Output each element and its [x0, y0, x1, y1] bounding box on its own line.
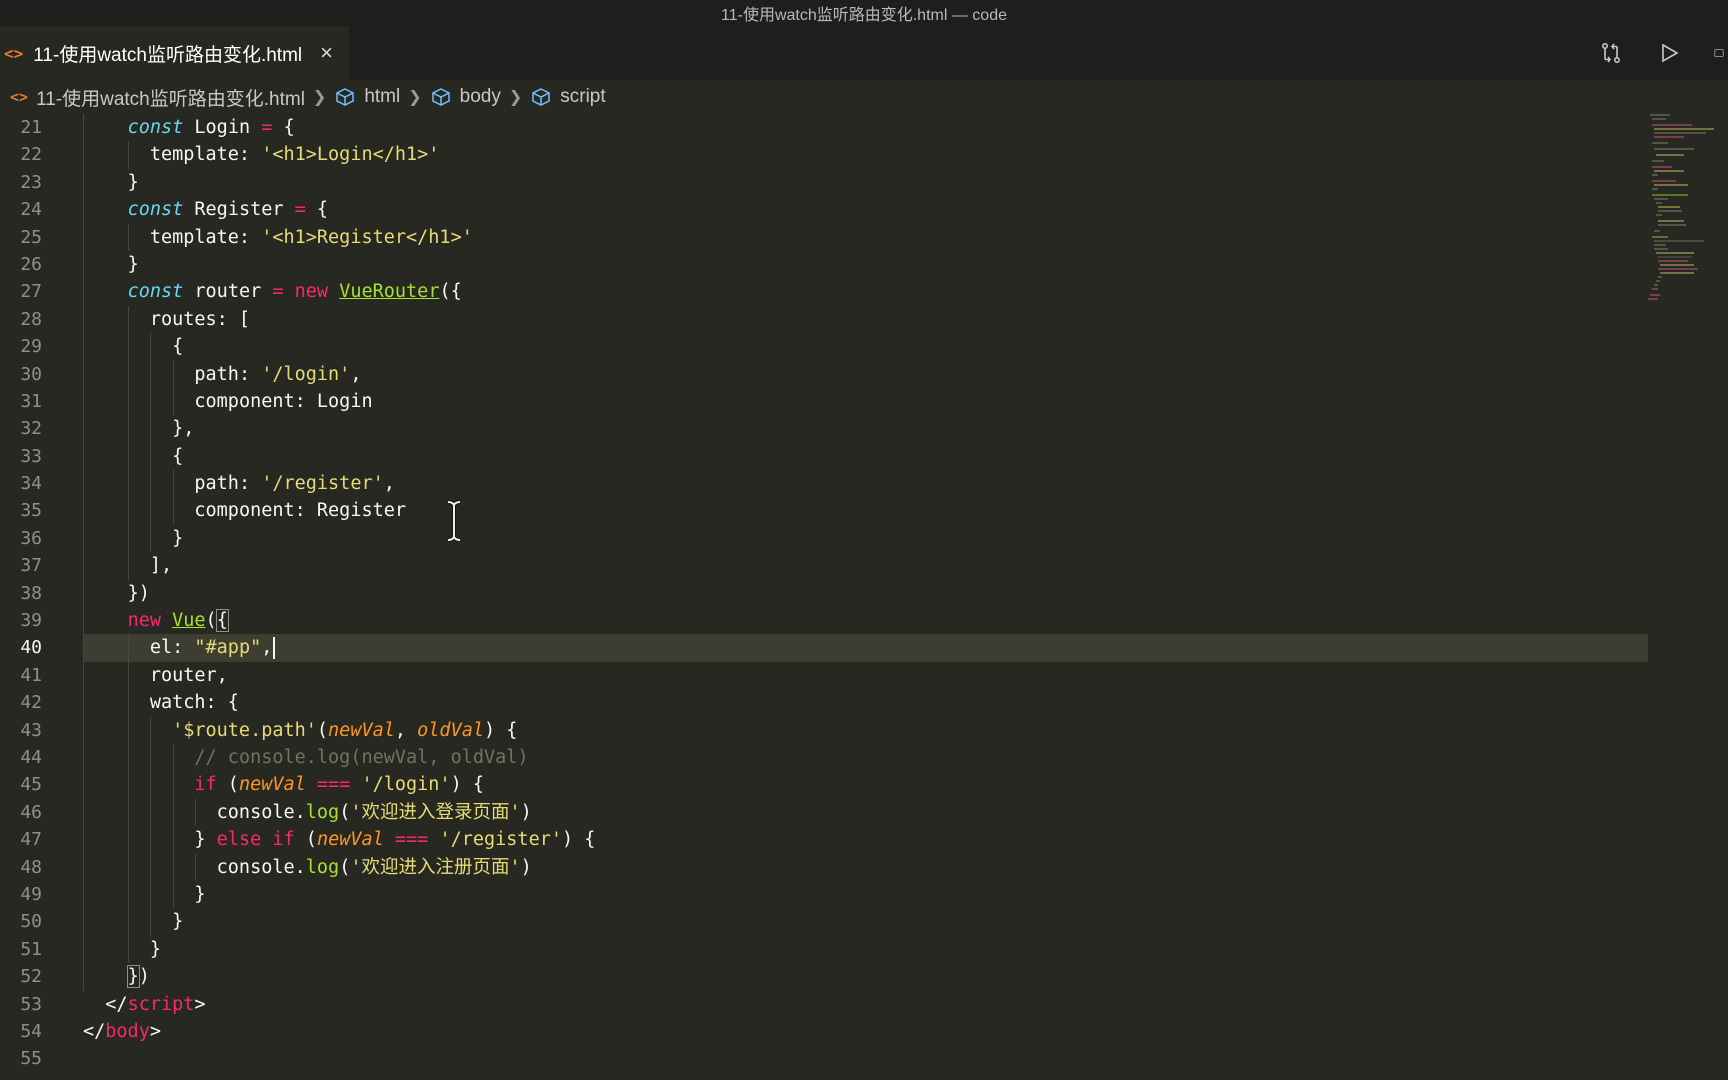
mouse-ibeam-cursor-icon: [447, 500, 461, 542]
code-line: new Vue({: [83, 607, 1648, 635]
line-number: 33: [20, 445, 42, 467]
line-number: 53: [20, 993, 42, 1015]
line-number: 38: [20, 582, 42, 604]
line-number: 47: [20, 829, 42, 851]
line-number: 36: [20, 527, 42, 549]
code-line: const router = new VueRouter({: [83, 278, 1648, 306]
code-line: }: [83, 524, 1648, 553]
line-number: 45: [20, 774, 42, 796]
code-line: // console.log(newVal, oldVal): [83, 743, 1648, 772]
run-icon[interactable]: [1656, 40, 1682, 66]
code-line: },: [83, 415, 1648, 443]
line-number: 48: [20, 856, 42, 878]
editor-actions: [1598, 26, 1728, 80]
code-line: const Register = {: [83, 196, 1648, 224]
line-number: 51: [20, 938, 42, 960]
code-line: }: [83, 250, 1648, 279]
line-number: 32: [20, 418, 42, 440]
code-line: }: [83, 168, 1648, 197]
code-line: component: Register: [83, 497, 1648, 525]
split-editor-icon[interactable]: [1714, 40, 1724, 66]
code-editor[interactable]: 21 22 23 24 25 26 27 28 29 30 31 32 33 3…: [0, 114, 1648, 1080]
code-line: routes: [: [83, 305, 1648, 334]
line-number: 50: [20, 911, 42, 933]
line-number: 27: [20, 281, 42, 303]
close-icon[interactable]: ×: [320, 40, 333, 66]
window-title-bar: 11-使用watch监听路由变化.html — code: [0, 0, 1728, 26]
symbol-element-icon: [532, 88, 550, 106]
line-number: 39: [20, 610, 42, 632]
symbol-element-icon: [431, 88, 450, 106]
code-line: </script>: [105, 993, 206, 1015]
editor-tab-bar: <> 11-使用watch监听路由变化.html ×: [0, 26, 1728, 80]
breadcrumb: <> 11-使用watch监听路由变化.html ❯ html ❯ body ❯…: [0, 80, 1728, 114]
code-line: console.log('欢迎进入登录页面'): [83, 798, 1648, 827]
line-number: 35: [20, 500, 42, 522]
line-number: 41: [20, 664, 42, 686]
line-number: 21: [20, 117, 42, 138]
code-line: }: [83, 880, 1648, 909]
line-number: 25: [20, 226, 42, 248]
breadcrumb-script[interactable]: script: [530, 86, 606, 108]
line-number-active: 40: [20, 637, 42, 659]
code-line: watch: {: [83, 689, 1648, 717]
code-line: }: [83, 935, 1648, 964]
chevron-right-icon: ❯: [312, 89, 327, 106]
code-line-current: el: "#app",: [83, 634, 1648, 662]
line-number: 46: [20, 801, 42, 823]
code-line: component: Login: [83, 387, 1648, 416]
code-line: </body>: [83, 1020, 161, 1042]
breadcrumb-html[interactable]: html: [334, 86, 400, 108]
code-line: path: '/login',: [83, 360, 1648, 388]
breadcrumb-file[interactable]: <> 11-使用watch监听路由变化.html: [10, 84, 305, 111]
code-line: }): [83, 579, 1648, 608]
code-line: {: [83, 442, 1648, 471]
line-number: 42: [20, 692, 42, 714]
code-line: console.log('欢迎进入注册页面'): [83, 853, 1648, 881]
line-number: 37: [20, 555, 42, 577]
line-number: 34: [20, 473, 42, 495]
breadcrumb-body[interactable]: body: [430, 86, 501, 108]
line-number-gutter: 21 22 23 24 25 26 27 28 29 30 31 32 33 3…: [0, 114, 60, 1073]
line-number: 24: [20, 199, 42, 221]
html-file-icon: <>: [10, 88, 29, 106]
code-line: '$route.path'(newVal, oldVal) {: [83, 716, 1648, 744]
window-title: 11-使用watch监听路由变化.html — code: [721, 7, 1007, 24]
code-line: if (newVal === '/login') {: [83, 771, 1648, 799]
code-line: {: [83, 333, 1648, 361]
code-line: }): [83, 963, 1648, 991]
line-number: 29: [20, 336, 42, 358]
code-line: router,: [83, 661, 1648, 690]
line-number: 55: [20, 1048, 42, 1070]
html-file-icon: <>: [4, 43, 24, 63]
code-line: }: [83, 908, 1648, 936]
minimap[interactable]: [1648, 114, 1728, 1080]
line-number: 43: [20, 719, 42, 741]
line-number: 54: [20, 1020, 42, 1042]
chevron-right-icon: ❯: [408, 89, 422, 106]
code-line: template: '<h1>Login</h1>': [83, 141, 1648, 169]
code-line: path: '/register',: [83, 470, 1648, 498]
line-number: 31: [20, 390, 42, 412]
symbol-element-icon: [336, 88, 355, 106]
tab-label: 11-使用watch监听路由变化.html: [33, 44, 303, 66]
code-line: const Login = {: [83, 114, 1648, 142]
line-number: 22: [20, 144, 42, 166]
chevron-right-icon: ❯: [508, 89, 523, 106]
line-number: 52: [20, 966, 42, 988]
line-number: 44: [20, 746, 42, 768]
code-lines[interactable]: const Login = { template: '<h1>Login</h1…: [83, 114, 1648, 1073]
code-line: ],: [83, 552, 1648, 580]
text-cursor: [273, 637, 276, 660]
compare-changes-icon[interactable]: [1598, 40, 1624, 66]
line-number: 49: [20, 883, 42, 905]
line-number: 28: [20, 308, 42, 330]
line-number: 30: [20, 363, 42, 385]
code-line: } else if (newVal === '/register') {: [83, 826, 1648, 854]
editor-tab[interactable]: <> 11-使用watch监听路由变化.html ×: [0, 26, 349, 80]
line-number: 26: [20, 253, 42, 275]
line-number: 23: [20, 171, 42, 193]
code-line: template: '<h1>Register</h1>': [83, 223, 1648, 251]
